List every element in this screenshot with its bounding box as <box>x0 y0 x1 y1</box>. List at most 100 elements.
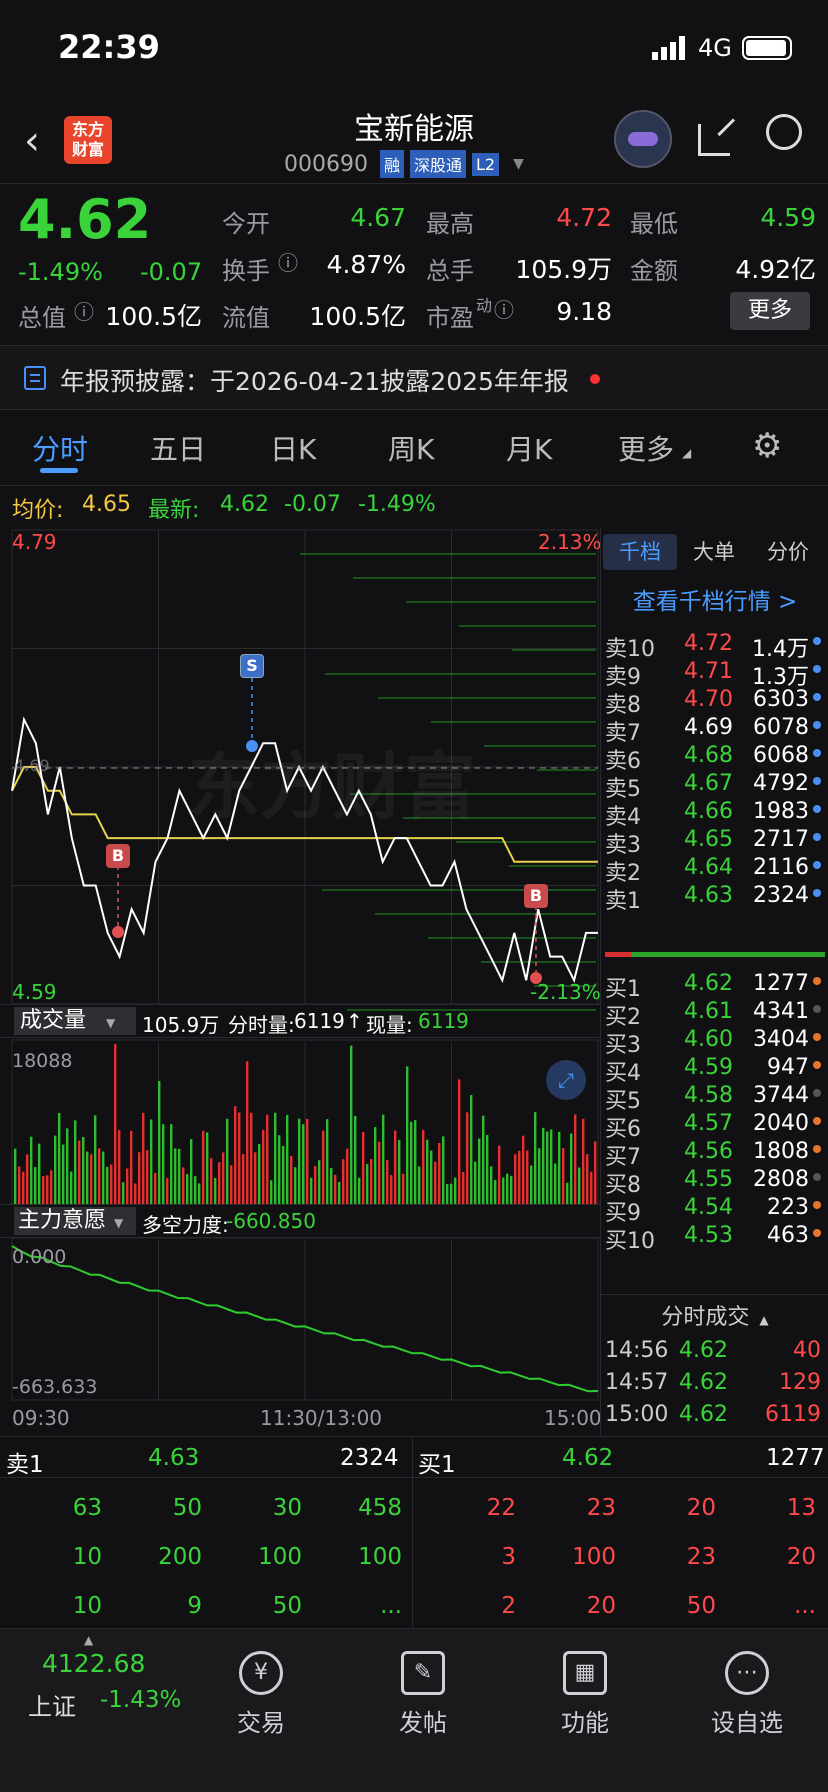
volume-bar <box>166 1178 169 1204</box>
tab-fenjia[interactable]: 分价 <box>751 534 825 570</box>
volume-bar <box>214 1178 217 1204</box>
volume-bar <box>390 1175 393 1204</box>
stock-code-row[interactable]: 000690 融 深股通 L2 ▼ <box>284 150 524 178</box>
volume-bar <box>310 1177 313 1204</box>
intraday-chart[interactable]: 东方财富 4.79 4.59 2.13% -2.13% 4.69 S B B 成… <box>0 528 602 1436</box>
ask-volume: 1983 <box>753 799 809 824</box>
more-button[interactable]: 更多 <box>730 292 810 330</box>
status-bar: 22:39 4G <box>0 0 828 96</box>
notice-text: 年报预披露：于2026-04-21披露2025年年报 <box>60 367 569 396</box>
bid-price: 4.53 <box>684 1223 733 1248</box>
volume-bar <box>394 1130 397 1204</box>
volume-bar <box>486 1134 489 1204</box>
tab-week-k[interactable]: 周K <box>388 428 434 468</box>
volume-bar <box>506 1173 509 1204</box>
robot-avatar-icon[interactable] <box>614 110 672 168</box>
order-dot-icon <box>813 1173 821 1181</box>
qiandang-link[interactable]: 查看千档行情 > <box>601 582 828 616</box>
tab-dadan[interactable]: 大单 <box>677 534 751 570</box>
chart-grid <box>11 529 599 1401</box>
tab-more[interactable]: 更多 <box>618 428 674 468</box>
search-icon[interactable] <box>766 114 802 150</box>
volume-bar <box>586 1154 589 1204</box>
volume-bar <box>234 1106 237 1204</box>
ask-row[interactable]: 卖1 4.63 2324 <box>601 880 828 914</box>
tab-qiandang[interactable]: 千档 <box>603 534 677 570</box>
queue-order: 200 <box>158 1544 202 1570</box>
volume-selector[interactable]: 成交量 ▼ <box>14 1007 136 1035</box>
volume-bar <box>178 1148 181 1204</box>
volume-bar <box>354 1115 357 1204</box>
volume-bar <box>262 1129 265 1204</box>
indicator-selector[interactable]: 主力意愿 ▼ <box>14 1207 136 1235</box>
volume-bar <box>498 1145 501 1204</box>
ticks-title[interactable]: 分时成交 ▲ <box>601 1299 828 1331</box>
bid-price: 4.56 <box>684 1139 733 1164</box>
high-value: 4.72 <box>556 203 612 232</box>
bid-row[interactable]: 买10 4.53 463 <box>601 1220 828 1254</box>
volume-bar <box>490 1166 493 1204</box>
info-icon[interactable]: ⓘ <box>74 296 94 325</box>
volume-bar <box>122 1182 125 1204</box>
buy-signal-marker[interactable]: B <box>106 844 130 868</box>
volume-bar <box>402 1173 405 1204</box>
order-queue: 卖1 4.63 2324 买1 4.62 1277 63 50 30 458 10 200… <box>0 1436 828 1629</box>
share-icon[interactable] <box>696 116 736 156</box>
index-value[interactable]: 4122.68 <box>42 1649 145 1678</box>
volume-bar <box>42 1176 45 1204</box>
volume-bar <box>582 1118 585 1204</box>
volume-bar <box>330 1167 333 1204</box>
pe-sup: 动 <box>476 296 493 315</box>
avg-label: 均价: <box>12 498 64 523</box>
x-start-label: 09:30 <box>12 1406 70 1430</box>
expand-icon[interactable]: ⤢ <box>546 1060 586 1100</box>
volume-bar <box>414 1120 417 1204</box>
volume-bar <box>422 1129 425 1204</box>
ind-top-label: 0.000 <box>12 1246 67 1268</box>
tab-day-k[interactable]: 日K <box>270 428 316 468</box>
info-icon[interactable]: ⓘ <box>278 247 298 276</box>
buy-signal-dot <box>530 972 542 984</box>
order-dot-icon <box>813 777 821 785</box>
tab-month-k[interactable]: 月K <box>506 428 552 468</box>
fenshi-volume: 6119 <box>294 1009 345 1033</box>
ask-price: 4.68 <box>684 743 733 768</box>
order-dot-icon <box>813 1005 821 1013</box>
volume-bar <box>406 1066 409 1204</box>
volume-bar <box>182 1167 185 1204</box>
volume-bar <box>174 1148 177 1204</box>
stock-name[interactable]: 宝新能源 <box>264 104 564 148</box>
volume-bar <box>286 1114 289 1204</box>
tab-5day[interactable]: 五日 <box>150 428 206 468</box>
chevron-down-icon: ◢ <box>682 446 692 460</box>
nav-watchlist[interactable]: ⋯ 设自选 <box>672 1639 822 1738</box>
nav-trade[interactable]: ¥ 交易 <box>186 1639 336 1738</box>
mid-label: 4.69 <box>14 756 50 775</box>
volume-bar <box>558 1131 561 1204</box>
volume-bar <box>302 1124 305 1204</box>
queue-order: 9 <box>187 1593 202 1619</box>
notice-bar[interactable]: 年报预披露：于2026-04-21披露2025年年报 <box>0 346 828 410</box>
up-arrow-icon: ↑ <box>346 1009 363 1033</box>
nav-post[interactable]: ✎ 发帖 <box>348 1639 498 1738</box>
volume-bar <box>226 1118 229 1204</box>
chart-tabs: 分时 五日 日K 周K 月K 更多 ◢ ⚙ <box>0 410 828 486</box>
gear-icon[interactable]: ⚙ <box>752 426 782 466</box>
nav-functions[interactable]: ▦ 功能 <box>510 1639 660 1738</box>
sell-signal-marker[interactable]: S <box>240 654 264 678</box>
buy-signal-marker[interactable]: B <box>524 884 548 908</box>
ask-price: 4.72 <box>684 631 733 656</box>
tab-fenshi[interactable]: 分时 <box>32 428 88 468</box>
volume-bar <box>382 1114 385 1204</box>
ask-price: 4.66 <box>684 799 733 824</box>
order-dot-icon <box>813 749 821 757</box>
volume-bar <box>466 1112 469 1204</box>
volume-bar <box>570 1133 573 1204</box>
volume-bar <box>502 1177 505 1204</box>
back-icon[interactable]: ‹ <box>24 118 40 164</box>
latest-label: 最新: <box>148 498 200 523</box>
x-end-label: 15:00 <box>544 1406 602 1430</box>
volume-bar <box>542 1127 545 1204</box>
queue-order: 458 <box>358 1495 402 1521</box>
ask-price: 4.69 <box>684 715 733 740</box>
